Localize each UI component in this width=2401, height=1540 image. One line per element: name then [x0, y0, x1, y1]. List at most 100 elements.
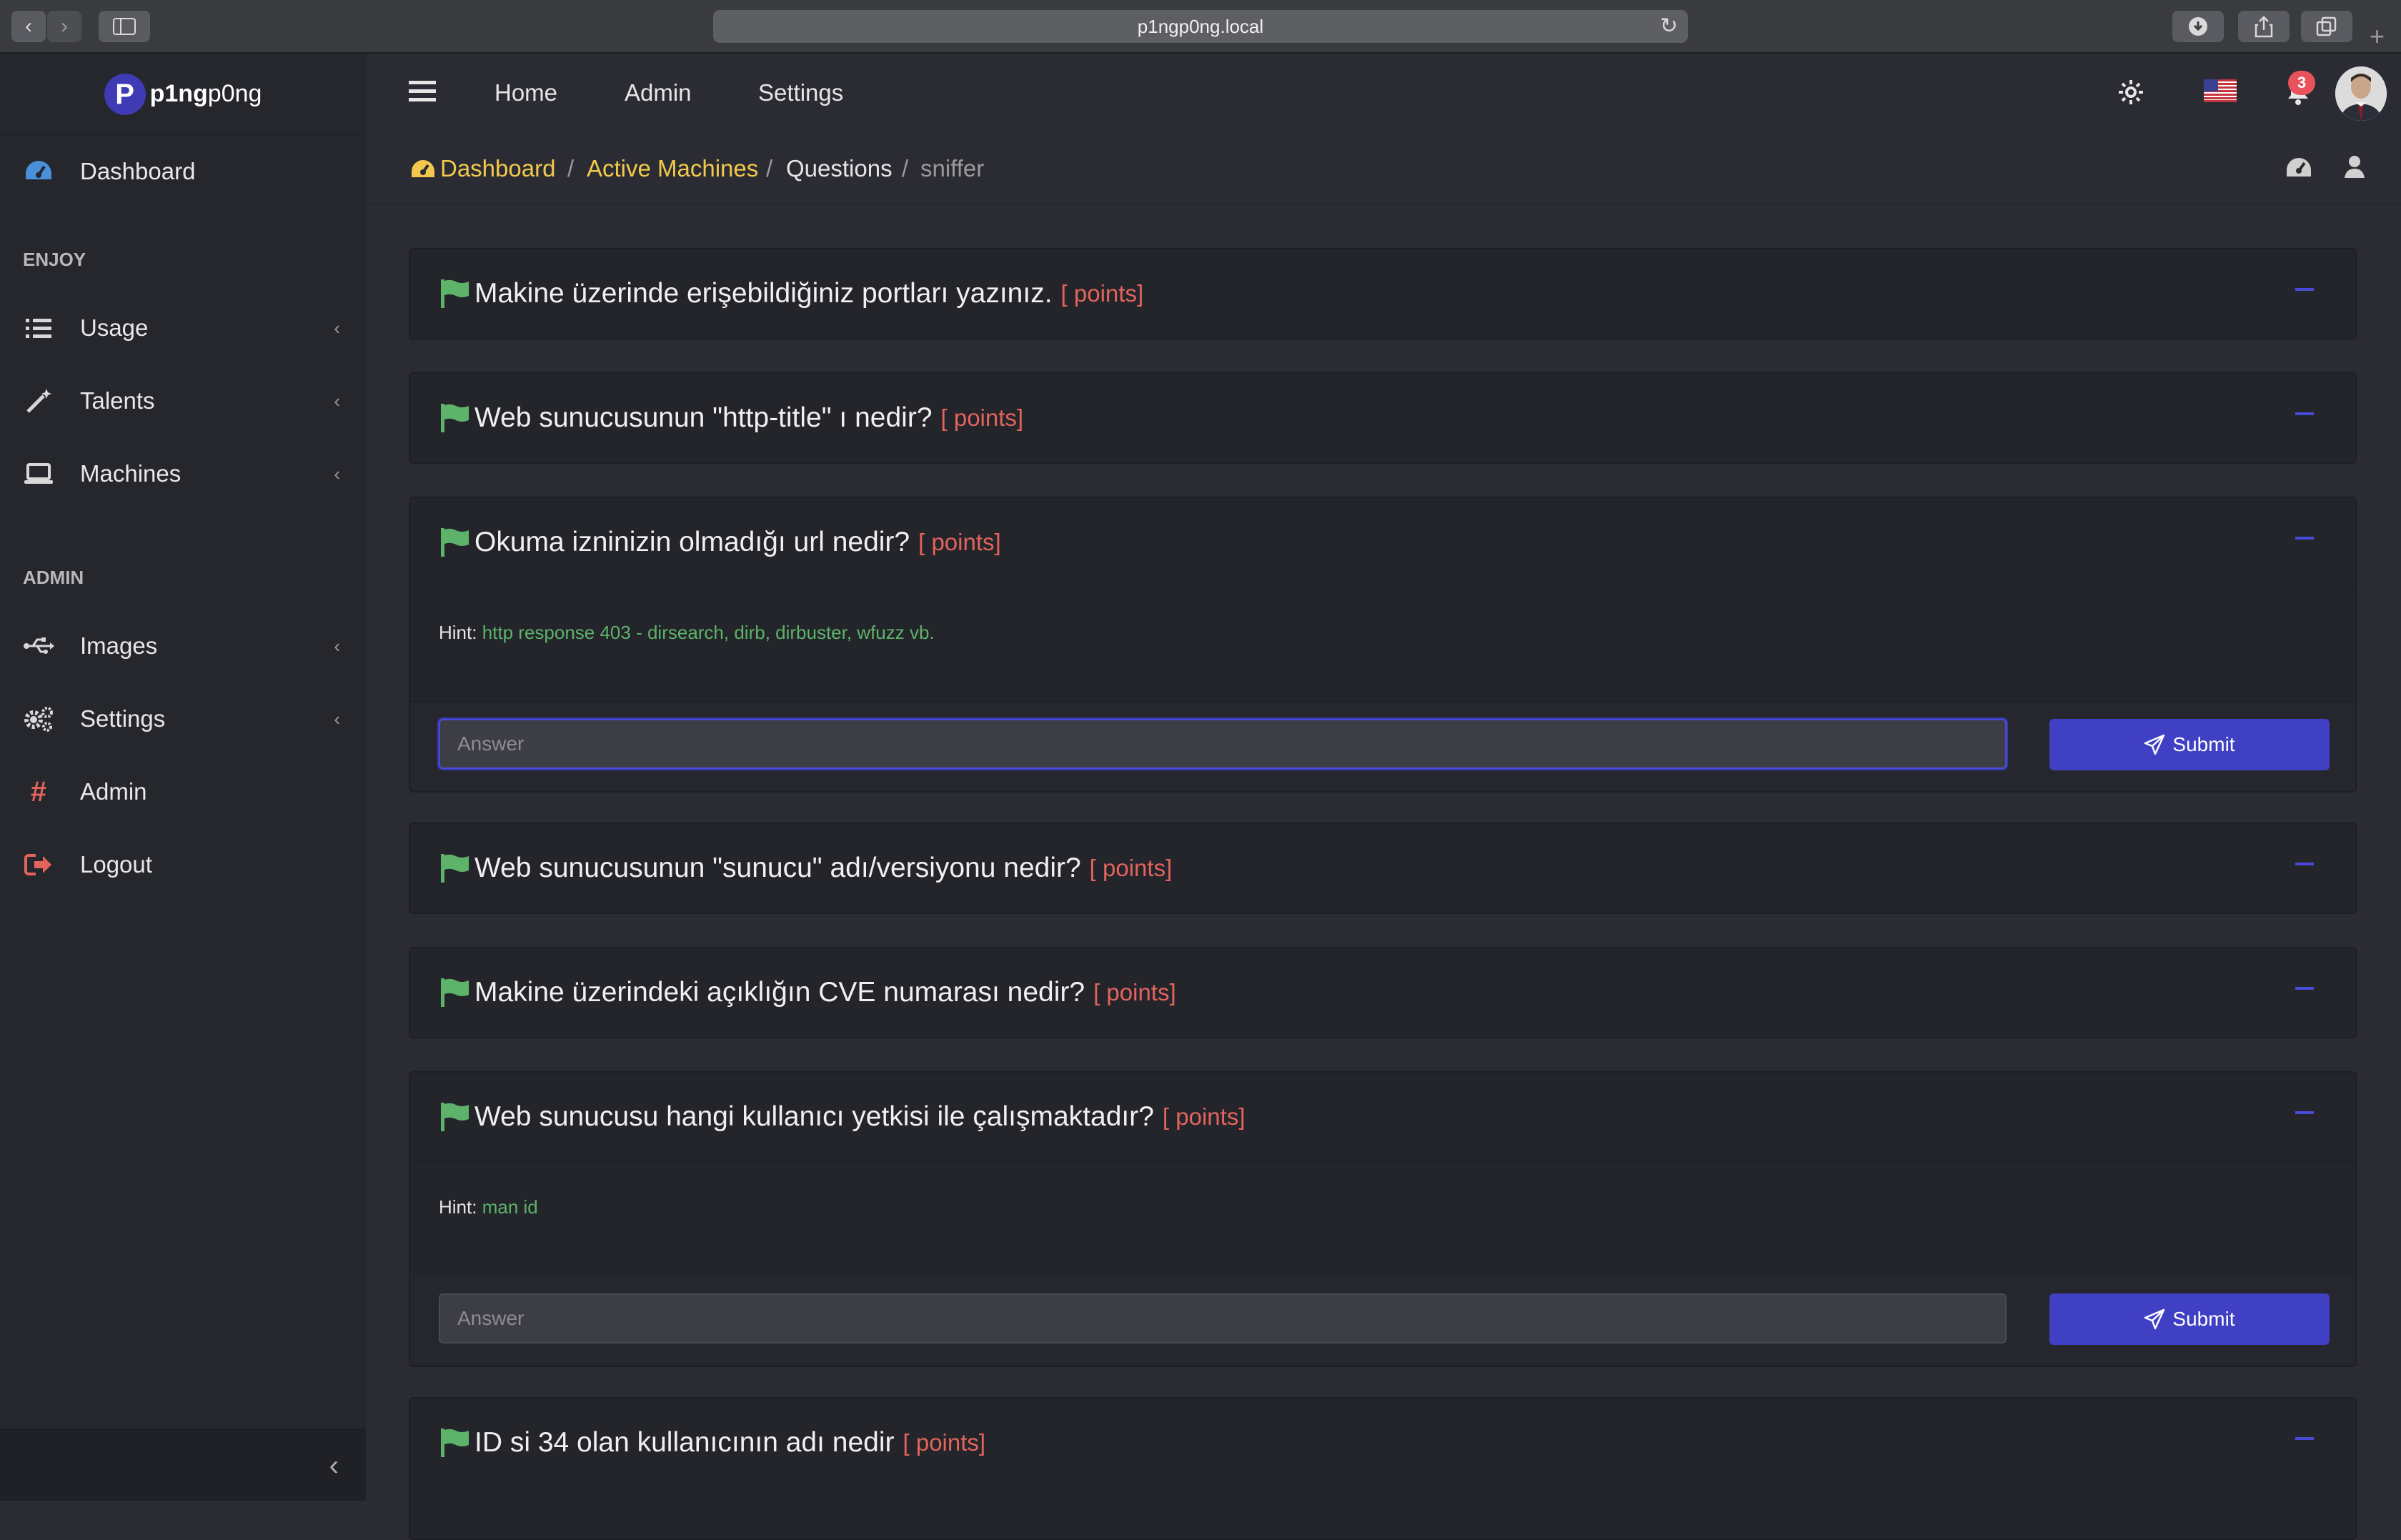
- breadcrumb-questions[interactable]: Questions: [786, 155, 893, 182]
- sidebar-item-machines[interactable]: Machines ‹: [0, 442, 366, 506]
- question-card: Makine üzerinde erişebildiğiniz portları…: [409, 248, 2357, 339]
- tachometer-icon[interactable]: [2285, 157, 2312, 184]
- sidebar-item-label: Logout: [80, 851, 152, 878]
- brand[interactable]: P p1ng p0ng: [0, 54, 366, 135]
- magic-wand-icon: [23, 385, 54, 417]
- chevron-left-icon: ‹: [334, 708, 340, 730]
- brand-name-bold: p1ng: [149, 80, 208, 107]
- question-points: [ points]: [940, 404, 1024, 431]
- section-label-admin: ADMIN: [23, 567, 84, 588]
- sidebar-icon: [113, 18, 136, 35]
- reload-icon[interactable]: ↻: [1660, 10, 1678, 43]
- question-header[interactable]: Makine üzerindeki açıklığın CVE numarası…: [410, 948, 2355, 1037]
- question-card: Web sunucusunun "http-title" ı nedir? [ …: [409, 372, 2357, 464]
- topnav-admin-link[interactable]: Admin: [625, 79, 692, 106]
- forward-button[interactable]: ›: [47, 11, 81, 42]
- question-header[interactable]: Web sunucusunun "sunucu" adı/versiyonu n…: [410, 824, 2355, 913]
- question-card: ID si 34 olan kullanıcının adı nedir [ p…: [409, 1397, 2357, 1540]
- laptop-icon: [23, 458, 54, 490]
- question-card: Web sunucusunun "sunucu" adı/versiyonu n…: [409, 823, 2357, 914]
- question-title: Web sunucusu hangi kullanıcı yetkisi ile…: [474, 1101, 1154, 1132]
- list-icon: [23, 312, 54, 344]
- collapse-icon[interactable]: [2295, 412, 2314, 415]
- flag-icon: [441, 528, 469, 557]
- submit-button[interactable]: Submit: [2049, 719, 2330, 770]
- collapse-icon[interactable]: [2295, 987, 2314, 990]
- question-header[interactable]: Web sunucusunun "http-title" ı nedir? [ …: [410, 374, 2355, 462]
- hint-label: Hint:: [439, 1196, 477, 1218]
- tabs-button[interactable]: [2301, 11, 2352, 42]
- question-header[interactable]: Makine üzerinde erişebildiğiniz portları…: [410, 249, 2355, 338]
- collapse-icon[interactable]: [2295, 863, 2314, 865]
- question-card: Makine üzerindeki açıklığın CVE numarası…: [409, 947, 2357, 1038]
- sidebar-item-dashboard[interactable]: Dashboard: [0, 139, 366, 204]
- question-points: [ points]: [918, 529, 1001, 555]
- new-tab-icon[interactable]: +: [2370, 21, 2385, 51]
- browser-chrome: ‹ › p1ngp0ng.local ↻ +: [0, 0, 2401, 54]
- submit-label: Submit: [2172, 733, 2235, 755]
- tachometer-icon: [412, 160, 434, 177]
- question-header[interactable]: Okuma izninizin olmadığı url nedir? [ po…: [410, 498, 2355, 587]
- breadcrumb-dashboard[interactable]: Dashboard: [410, 155, 555, 182]
- sidebar-item-admin[interactable]: # Admin: [0, 760, 366, 824]
- sign-out-icon: [23, 849, 54, 880]
- collapse-icon[interactable]: [2295, 1111, 2314, 1114]
- topnav-settings-link[interactable]: Settings: [758, 79, 843, 106]
- collapse-icon[interactable]: [2295, 1437, 2314, 1440]
- cogs-icon: [23, 703, 54, 735]
- question-header[interactable]: ID si 34 olan kullanıcının adı nedir [ p…: [410, 1399, 2355, 1487]
- address-bar[interactable]: p1ngp0ng.local ↻: [713, 10, 1688, 43]
- back-button[interactable]: ‹: [11, 11, 46, 42]
- collapse-icon[interactable]: [2295, 537, 2314, 540]
- question-points: [ points]: [1089, 855, 1173, 881]
- user-avatar[interactable]: [2335, 66, 2387, 121]
- hamburger-menu-icon[interactable]: [409, 79, 436, 107]
- top-navbar: Home Admin Settings 3: [366, 54, 2401, 135]
- downloads-button[interactable]: [2172, 11, 2224, 42]
- share-button[interactable]: [2238, 11, 2290, 42]
- question-hint: Hint: man id: [410, 1161, 2355, 1276]
- sidebar-item-images[interactable]: Images ‹: [0, 614, 366, 678]
- topnav-home-link[interactable]: Home: [494, 79, 557, 106]
- question-header[interactable]: Web sunucusu hangi kullanıcı yetkisi ile…: [410, 1073, 2355, 1161]
- submit-button[interactable]: Submit: [2049, 1293, 2330, 1345]
- answer-form: Submit: [410, 701, 2355, 790]
- paper-plane-icon: [2144, 1308, 2165, 1330]
- sidebar-item-label: Admin: [80, 778, 147, 805]
- sidebar-toggle-button[interactable]: [99, 11, 150, 42]
- sidebar-item-label: Talents: [80, 387, 155, 414]
- breadcrumb-dashboard-label: Dashboard: [440, 155, 556, 182]
- flag-icon: [441, 404, 469, 432]
- sidebar-item-talents[interactable]: Talents ‹: [0, 369, 366, 433]
- flag-icon: [441, 854, 469, 883]
- answer-form: Submit: [410, 1276, 2355, 1364]
- sidebar-item-label: Dashboard: [80, 158, 196, 184]
- hint-label: Hint:: [439, 622, 477, 643]
- collapse-sidebar-icon[interactable]: ‹: [329, 1450, 339, 1482]
- us-flag-icon[interactable]: [2204, 79, 2237, 106]
- question-title: Web sunucusunun "http-title" ı nedir?: [474, 402, 933, 433]
- share-icon: [2255, 16, 2273, 38]
- brand-name-rest: p0ng: [207, 80, 262, 107]
- breadcrumb-separator: /: [567, 155, 575, 182]
- answer-input[interactable]: [439, 1293, 2007, 1343]
- chevron-left-icon: ‹: [334, 390, 340, 412]
- brand-logo: P: [104, 73, 146, 115]
- collapse-icon[interactable]: [2295, 288, 2314, 291]
- theme-toggle-icon[interactable]: [2118, 79, 2144, 109]
- flag-icon: [441, 978, 469, 1007]
- answer-input[interactable]: [439, 719, 2007, 769]
- question-title: Makine üzerinde erişebildiğiniz portları…: [474, 278, 1053, 309]
- sidebar-item-settings[interactable]: Settings ‹: [0, 687, 366, 751]
- submit-label: Submit: [2172, 1308, 2235, 1330]
- question-points: [ points]: [1093, 979, 1176, 1005]
- sidebar-footer: ‹: [0, 1429, 366, 1501]
- url-text: p1ngp0ng.local: [1137, 16, 1264, 37]
- chevron-left-icon: ‹: [334, 317, 340, 339]
- paper-plane-icon: [2144, 734, 2165, 755]
- user-icon[interactable]: [2344, 155, 2365, 184]
- sidebar-item-usage[interactable]: Usage ‹: [0, 296, 366, 360]
- sidebar-item-logout[interactable]: Logout: [0, 833, 366, 897]
- breadcrumb-active-machines[interactable]: Active Machines: [587, 155, 758, 182]
- sidebar-item-label: Settings: [80, 705, 166, 732]
